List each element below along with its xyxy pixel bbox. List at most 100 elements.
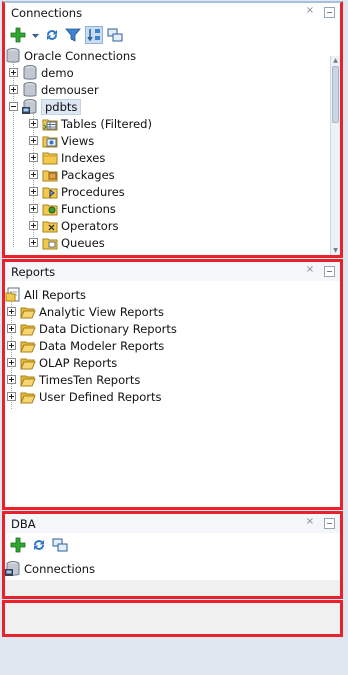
tree-label: Views <box>61 133 95 148</box>
close-icon[interactable]: × <box>305 517 315 527</box>
expand-icon[interactable] <box>7 392 16 401</box>
report-folder[interactable]: OLAP Reports <box>5 354 340 371</box>
plus-icon <box>10 537 26 553</box>
procedure-folder-icon <box>42 184 58 200</box>
connections-title: Connections <box>11 6 83 20</box>
node-functions[interactable]: Functions <box>5 200 340 217</box>
report-folder[interactable]: TimesTen Reports <box>5 371 340 388</box>
scroll-down-icon[interactable]: ▼ <box>331 246 340 255</box>
scroll-thumb[interactable] <box>332 66 339 123</box>
tree-label: Tables (Filtered) <box>61 116 152 131</box>
reports-panel: Reports × All Reports Analytic View Repo… <box>2 259 343 510</box>
view-folder-icon <box>42 133 58 149</box>
tree-label: User Defined Reports <box>39 389 162 404</box>
expand-icon[interactable] <box>7 358 16 367</box>
connections-tree: Oracle Connections demo demouser pdbts T… <box>5 47 340 251</box>
connection-pdbts[interactable]: pdbts <box>5 98 340 115</box>
manage-button[interactable] <box>51 536 69 554</box>
expand-icon[interactable] <box>7 341 16 350</box>
tree-label: Queues <box>61 235 105 250</box>
dba-connections-node[interactable]: Connections <box>5 560 340 577</box>
tree-label: pdbts <box>41 98 82 115</box>
add-connection-dropdown[interactable] <box>30 26 40 44</box>
reports-title: Reports <box>11 264 56 279</box>
oracle-connections-node[interactable]: Oracle Connections <box>5 47 340 64</box>
folder-open-icon <box>20 372 36 388</box>
tree-label: Functions <box>61 201 116 216</box>
tree-label: Indexes <box>61 150 106 165</box>
expand-icon[interactable] <box>29 170 38 179</box>
close-icon[interactable]: × <box>305 265 315 275</box>
expand-icon[interactable] <box>7 375 16 384</box>
tree-label: demouser <box>41 82 99 97</box>
expand-icon[interactable] <box>29 204 38 213</box>
node-packages[interactable]: Packages <box>5 166 340 183</box>
window-icon <box>52 538 68 552</box>
minimize-icon[interactable] <box>324 266 335 277</box>
refresh-button[interactable] <box>43 26 61 44</box>
connection-demouser[interactable]: demouser <box>5 81 340 98</box>
all-reports-node[interactable]: All Reports <box>5 286 340 303</box>
tree-label: Oracle Connections <box>24 48 137 63</box>
expand-icon[interactable] <box>7 324 16 333</box>
folder-open-icon <box>20 355 36 371</box>
scroll-up-icon[interactable]: ▲ <box>331 56 340 65</box>
expand-icon[interactable] <box>9 85 18 94</box>
dba-panel-header: DBA × <box>5 514 340 533</box>
node-views[interactable]: Views <box>5 132 340 149</box>
folder-open-icon <box>20 389 36 405</box>
add-connection-button[interactable] <box>9 536 27 554</box>
window-icon <box>107 28 123 42</box>
manage-button[interactable] <box>106 26 124 44</box>
reports-icon <box>5 287 21 303</box>
plus-icon <box>10 27 26 43</box>
dba-toolbar <box>5 533 340 557</box>
node-indexes[interactable]: Indexes <box>5 149 340 166</box>
schema-browser-button[interactable] <box>85 26 103 44</box>
refresh-icon <box>34 540 44 550</box>
tree-label: Procedures <box>61 184 125 199</box>
folder-open-icon <box>20 321 36 337</box>
tree-label: Data Modeler Reports <box>39 338 165 353</box>
function-folder-icon <box>42 201 58 217</box>
report-folder[interactable]: Data Dictionary Reports <box>5 320 340 337</box>
reports-panel-header: Reports × <box>5 262 340 281</box>
report-folder[interactable]: Analytic View Reports <box>5 303 340 320</box>
connection-demo[interactable]: demo <box>5 64 340 81</box>
collapse-icon[interactable] <box>9 102 18 111</box>
expand-icon[interactable] <box>29 187 38 196</box>
connections-scrollbar[interactable]: ▲ ▼ <box>330 56 340 255</box>
expand-icon[interactable] <box>7 307 16 316</box>
tree-label: All Reports <box>24 287 87 302</box>
expand-icon[interactable] <box>29 221 38 230</box>
filter-icon <box>65 28 81 42</box>
sort-icon <box>87 29 100 42</box>
filter-button[interactable] <box>64 26 82 44</box>
dba-panel: DBA × Connections <box>2 511 343 599</box>
add-connection-button[interactable] <box>9 26 27 44</box>
empty-panel-area <box>2 600 343 637</box>
expand-icon[interactable] <box>29 136 38 145</box>
reports-tree: All Reports Analytic View Reports Data D… <box>5 281 340 409</box>
minimize-icon[interactable] <box>324 7 335 18</box>
report-folder[interactable]: User Defined Reports <box>5 388 340 405</box>
expand-icon[interactable] <box>29 119 38 128</box>
expand-icon[interactable] <box>29 238 38 247</box>
tree-label: Connections <box>24 561 96 576</box>
expand-icon[interactable] <box>9 68 18 77</box>
tree-label: Packages <box>61 167 115 182</box>
minimize-icon[interactable] <box>324 518 335 529</box>
database-connected-icon <box>22 98 38 115</box>
refresh-button[interactable] <box>30 536 48 554</box>
close-icon[interactable]: × <box>305 6 315 16</box>
node-operators[interactable]: Operators <box>5 217 340 234</box>
node-tables[interactable]: Tables (Filtered) <box>5 115 340 132</box>
queue-folder-icon <box>42 235 58 251</box>
expand-icon[interactable] <box>29 153 38 162</box>
node-queues[interactable]: Queues <box>5 234 340 251</box>
report-folder[interactable]: Data Modeler Reports <box>5 337 340 354</box>
database-icon <box>5 47 21 64</box>
folder-icon <box>42 150 58 166</box>
node-procedures[interactable]: Procedures <box>5 183 340 200</box>
database-icon <box>22 64 38 81</box>
